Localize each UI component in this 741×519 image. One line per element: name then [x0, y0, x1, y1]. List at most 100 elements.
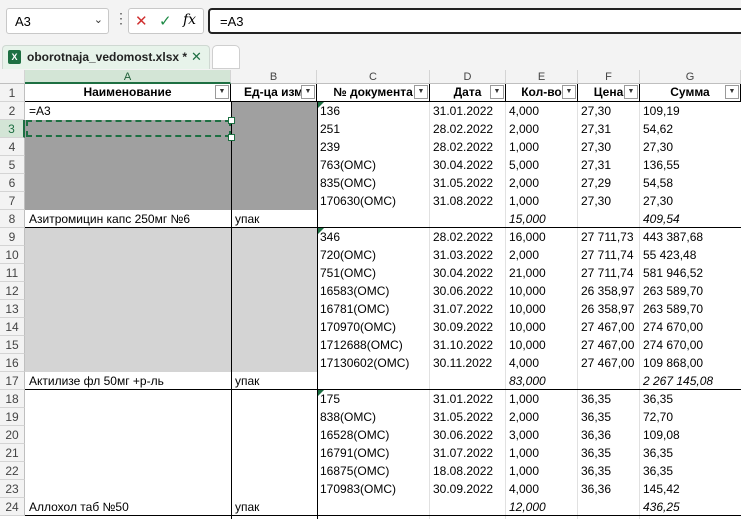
cell-price[interactable]: 36,36: [579, 480, 640, 498]
cell-doc[interactable]: 763(ОМС): [318, 156, 430, 174]
row-header-11[interactable]: 11: [0, 264, 25, 282]
cell-date[interactable]: 18.08.2022: [431, 462, 506, 480]
cell-a2[interactable]: [25, 102, 231, 120]
row-header-22[interactable]: 22: [0, 462, 25, 480]
cell-qty[interactable]: 2,000: [507, 174, 578, 192]
product-unit[interactable]: упак: [233, 372, 317, 390]
cell-qty[interactable]: 2,000: [507, 120, 578, 138]
selection-handle[interactable]: [228, 117, 235, 124]
product-unit[interactable]: упак: [233, 498, 317, 516]
cell-doc[interactable]: 170983(ОМС): [318, 480, 430, 498]
cell-price[interactable]: 27,31: [579, 156, 640, 174]
cell-sum[interactable]: 72,70: [641, 408, 741, 426]
cell-doc[interactable]: 16875(ОМС): [318, 462, 430, 480]
enter-icon[interactable]: ✓: [159, 12, 172, 30]
cell-sum[interactable]: 55 423,48: [641, 246, 741, 264]
cell-qty[interactable]: 1,000: [507, 138, 578, 156]
cell-date[interactable]: 31.08.2022: [431, 192, 506, 210]
cell-sum[interactable]: 145,42: [641, 480, 741, 498]
product-name[interactable]: Аллохол таб №50: [27, 498, 231, 516]
row-header-18[interactable]: 18: [0, 390, 25, 408]
cell-sum[interactable]: 274 670,00: [641, 318, 741, 336]
row-header-8[interactable]: 8: [0, 210, 25, 228]
cell-doc[interactable]: 16781(ОМС): [318, 300, 430, 318]
cell-qty[interactable]: 10,000: [507, 336, 578, 354]
row-header-4[interactable]: 4: [0, 138, 25, 156]
cell-a2-formula[interactable]: =A3: [27, 102, 51, 120]
cell-price[interactable]: 36,35: [579, 462, 640, 480]
cell-price[interactable]: 27,30: [579, 102, 640, 120]
cell-doc[interactable]: 346: [318, 228, 430, 246]
cell-date[interactable]: 30.11.2022: [431, 354, 506, 372]
merged-cell-b2-b7[interactable]: [231, 102, 317, 210]
cell-doc[interactable]: 170970(ОМС): [318, 318, 430, 336]
cell-qty[interactable]: 4,000: [507, 102, 578, 120]
total-sum[interactable]: 436,25: [641, 498, 741, 516]
cell-qty[interactable]: 1,000: [507, 390, 578, 408]
cell-doc[interactable]: 835(ОМС): [318, 174, 430, 192]
cell-sum[interactable]: 443 387,68: [641, 228, 741, 246]
column-header-e[interactable]: E: [506, 70, 578, 84]
total-quantity[interactable]: 12,000: [507, 498, 578, 516]
cell-qty[interactable]: 2,000: [507, 408, 578, 426]
cell-date[interactable]: 31.07.2022: [431, 444, 506, 462]
selection-handle[interactable]: [228, 134, 235, 141]
cell-qty[interactable]: 16,000: [507, 228, 578, 246]
row-header-6[interactable]: 6: [0, 174, 25, 192]
cell-doc[interactable]: 1712688(ОМС): [318, 336, 430, 354]
cell-date[interactable]: 31.05.2022: [431, 174, 506, 192]
row-header-17[interactable]: 17: [0, 372, 25, 390]
cell-qty[interactable]: 10,000: [507, 282, 578, 300]
total-quantity[interactable]: 83,000: [507, 372, 578, 390]
row-header-14[interactable]: 14: [0, 318, 25, 336]
row-header-16[interactable]: 16: [0, 354, 25, 372]
cell-sum[interactable]: 274 670,00: [641, 336, 741, 354]
cell-price[interactable]: 27 711,74: [579, 264, 640, 282]
row-header-13[interactable]: 13: [0, 300, 25, 318]
cell-date[interactable]: 31.03.2022: [431, 246, 506, 264]
cell-date[interactable]: 28.02.2022: [431, 120, 506, 138]
product-unit[interactable]: упак: [233, 210, 317, 228]
cell-date[interactable]: 28.02.2022: [431, 138, 506, 156]
cell-doc[interactable]: 751(ОМС): [318, 264, 430, 282]
cell-sum[interactable]: 36,35: [641, 444, 741, 462]
cell-sum[interactable]: 36,35: [641, 462, 741, 480]
cell-sum[interactable]: 36,35: [641, 390, 741, 408]
filter-dropdown-icon[interactable]: ▼: [301, 85, 315, 99]
formula-input[interactable]: =A3: [208, 8, 741, 34]
cell-doc[interactable]: 16528(ОМС): [318, 426, 430, 444]
filter-dropdown-icon[interactable]: ▼: [490, 85, 504, 99]
filter-dropdown-icon[interactable]: ▼: [215, 85, 229, 99]
row-header-21[interactable]: 21: [0, 444, 25, 462]
column-header-a[interactable]: A: [25, 70, 231, 84]
column-header-c[interactable]: C: [317, 70, 430, 84]
cell-qty[interactable]: 3,000: [507, 426, 578, 444]
cell-price[interactable]: 36,35: [579, 408, 640, 426]
cell-price[interactable]: 27 711,74: [579, 246, 640, 264]
row-header-1[interactable]: 1: [0, 84, 25, 102]
cell-date[interactable]: 31.07.2022: [431, 300, 506, 318]
row-header-7[interactable]: 7: [0, 192, 25, 210]
cell-doc[interactable]: 720(ОМС): [318, 246, 430, 264]
cell-qty[interactable]: 21,000: [507, 264, 578, 282]
name-box[interactable]: A3 ⌄: [6, 8, 109, 34]
cell-date[interactable]: 31.01.2022: [431, 390, 506, 408]
cell-price[interactable]: 36,36: [579, 426, 640, 444]
cell-qty[interactable]: 1,000: [507, 444, 578, 462]
cell-date[interactable]: 28.02.2022: [431, 228, 506, 246]
cell-price[interactable]: 36,35: [579, 390, 640, 408]
row-header-12[interactable]: 12: [0, 282, 25, 300]
cell-date[interactable]: 30.06.2022: [431, 282, 506, 300]
filter-dropdown-icon[interactable]: ▼: [562, 85, 576, 99]
cell-date[interactable]: 31.10.2022: [431, 336, 506, 354]
cell-sum[interactable]: 109,08: [641, 426, 741, 444]
cell-qty[interactable]: 4,000: [507, 480, 578, 498]
cell-doc[interactable]: 17130602(ОМС): [318, 354, 430, 372]
file-tab[interactable]: X oborotnaja_vedomost.xlsx * ✕: [2, 45, 210, 69]
cell-doc[interactable]: 239: [318, 138, 430, 156]
merged-cell-a9-a16[interactable]: [25, 228, 231, 372]
cell-date[interactable]: 31.01.2022: [431, 102, 506, 120]
cell-doc[interactable]: 16791(ОМС): [318, 444, 430, 462]
cell-price[interactable]: 27,30: [579, 192, 640, 210]
total-sum[interactable]: 409,54: [641, 210, 741, 228]
